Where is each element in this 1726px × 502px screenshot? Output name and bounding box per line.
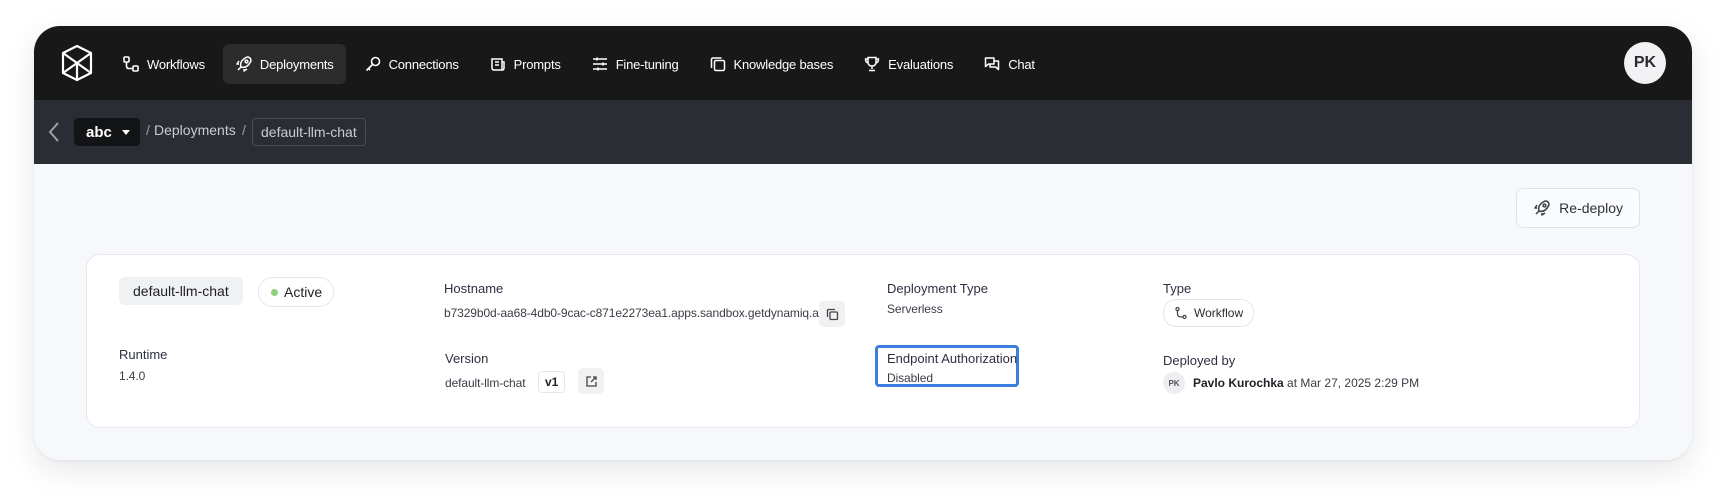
breadcrumb-separator: / <box>242 122 246 138</box>
nav-item-deployments[interactable]: Deployments <box>222 44 346 84</box>
deployed-by-value: Pavlo Kurochka at Mar 27, 2025 2:29 PM <box>1193 376 1419 390</box>
deployed-by-label: Deployed by <box>1163 353 1236 368</box>
deployer-name: Pavlo Kurochka <box>1193 376 1284 390</box>
redeploy-button[interactable]: Re-deploy <box>1516 188 1640 228</box>
nav-item-workflows[interactable]: Workflows <box>110 44 217 84</box>
hostname-label: Hostname <box>444 281 504 296</box>
type-value: Workflow <box>1194 306 1244 320</box>
key-icon <box>365 56 380 72</box>
nav-item-label: Knowledge bases <box>733 56 834 72</box>
nav-item-label: Connections <box>388 56 459 72</box>
external-link-icon <box>585 375 597 387</box>
copy-icon <box>710 57 725 72</box>
chevron-left-icon[interactable] <box>44 120 66 144</box>
open-version-button[interactable] <box>578 368 604 394</box>
type-label: Type <box>1163 281 1192 296</box>
deployment-details-card: default-llm-chat Active Runtime 1.4.0 Ho… <box>86 254 1640 428</box>
nav-item-label: Chat <box>1008 56 1035 72</box>
copy-icon <box>826 308 838 320</box>
rocket-icon <box>236 56 252 72</box>
nav-item-knowledge-bases[interactable]: Knowledge bases <box>697 44 846 84</box>
workspace-name: abc <box>86 123 112 141</box>
deployer-avatar: PK <box>1163 372 1185 394</box>
copy-hostname-button[interactable] <box>819 301 845 327</box>
status-dot <box>271 288 278 296</box>
workflow-icon <box>123 56 139 72</box>
type-badge[interactable]: Workflow <box>1163 299 1255 327</box>
endpoint-authorization-label: Endpoint Authorization <box>887 351 1018 366</box>
deployed-at: at Mar 27, 2025 2:29 PM <box>1287 376 1420 390</box>
breadcrumb-current: default-llm-chat <box>252 118 366 146</box>
logo-icon[interactable] <box>60 44 94 82</box>
prompt-icon <box>490 58 505 71</box>
chat-icon <box>984 57 1000 71</box>
rocket-icon <box>1534 200 1550 216</box>
nav-item-label: Prompts <box>513 56 561 72</box>
trophy-icon <box>864 56 880 72</box>
status-badge: Active <box>258 277 335 307</box>
app-window: Workflows Deployments Connections Prompt… <box>34 26 1692 460</box>
breadcrumb-separator: / <box>146 122 150 138</box>
nav-item-connections[interactable]: Connections <box>352 44 471 84</box>
version-tag: v1 <box>538 371 566 393</box>
breadcrumb-deployments-link[interactable]: Deployments <box>154 122 236 138</box>
nav-item-label: Evaluations <box>888 56 954 72</box>
hostname-value: b7329b0d-aa68-4db0-9cac-c871e2273ea1.app… <box>444 306 822 320</box>
nav-item-chat[interactable]: Chat <box>971 44 1047 84</box>
nav-item-label: Fine-tuning <box>615 56 679 72</box>
redeploy-label: Re-deploy <box>1559 200 1623 216</box>
deployment-name: default-llm-chat <box>119 277 243 305</box>
top-nav: Workflows Deployments Connections Prompt… <box>34 26 1692 100</box>
deployment-type-label: Deployment Type <box>887 281 988 296</box>
version-label: Version <box>445 351 489 366</box>
runtime-value: 1.4.0 <box>119 369 146 383</box>
nav-item-fine-tuning[interactable]: Fine-tuning <box>579 44 691 84</box>
breadcrumb: abc / Deployments / default-llm-chat <box>34 100 1692 164</box>
nav-item-label: Workflows <box>147 56 205 72</box>
nav-item-label: Deployments <box>259 56 334 72</box>
deployment-type-value: Serverless <box>887 302 943 316</box>
endpoint-authorization-value: Disabled <box>887 371 933 385</box>
main-nav: Workflows Deployments Connections Prompt… <box>110 44 1053 84</box>
nav-item-prompts[interactable]: Prompts <box>477 44 573 84</box>
sliders-icon <box>592 57 607 71</box>
caret-down-icon <box>121 129 130 135</box>
status-label: Active <box>284 284 323 300</box>
workspace-select[interactable]: abc <box>74 118 140 146</box>
nav-item-evaluations[interactable]: Evaluations <box>851 44 965 84</box>
runtime-label: Runtime <box>119 347 168 362</box>
version-name: default-llm-chat <box>445 376 526 390</box>
user-avatar[interactable]: PK <box>1624 42 1666 84</box>
workflow-icon <box>1175 306 1187 320</box>
